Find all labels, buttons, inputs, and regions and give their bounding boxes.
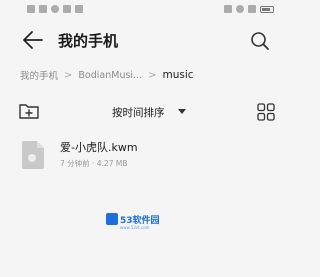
breadcrumb: 我的手机 > BodianMusi... > music bbox=[20, 64, 194, 86]
notification-icon bbox=[75, 5, 83, 13]
watermark-logo-icon bbox=[106, 213, 118, 225]
breadcrumb-item-music[interactable]: music bbox=[163, 69, 194, 81]
caret-down-icon[interactable] bbox=[178, 109, 186, 114]
notification-icon bbox=[27, 5, 35, 13]
sort-button[interactable]: 按时间排序 bbox=[112, 105, 165, 120]
file-icon bbox=[22, 141, 44, 169]
status-notification-icons bbox=[27, 5, 83, 13]
watermark-url: www.53xt.com bbox=[120, 225, 150, 230]
notification-icon bbox=[51, 5, 59, 13]
search-icon[interactable] bbox=[250, 31, 270, 51]
file-meta: 7 分钟前 · 4.27 MB bbox=[60, 159, 128, 168]
toolbar: 按时间排序 bbox=[0, 96, 282, 126]
chevron-right-icon: > bbox=[64, 69, 73, 81]
wifi-icon bbox=[236, 5, 244, 13]
new-folder-icon[interactable] bbox=[18, 102, 40, 120]
arrow-left-icon[interactable] bbox=[22, 30, 44, 50]
signal-icon bbox=[248, 5, 256, 13]
title-bar: 我的手机 bbox=[0, 22, 282, 60]
breadcrumb-item-my-phone[interactable]: 我的手机 bbox=[20, 68, 58, 82]
bluetooth-icon bbox=[224, 5, 232, 13]
chevron-right-icon: > bbox=[148, 69, 157, 81]
status-bar bbox=[0, 0, 282, 20]
notification-icon bbox=[39, 5, 47, 13]
status-system-icons bbox=[224, 5, 274, 13]
page-title: 我的手机 bbox=[58, 32, 119, 50]
breadcrumb-item-bodianmusic[interactable]: BodianMusi... bbox=[78, 70, 142, 81]
watermark: 53软件园 www.53xt.com bbox=[106, 213, 162, 231]
grid-view-icon[interactable] bbox=[257, 103, 275, 121]
list-item[interactable]: 爱-小虎队.kwm 7 分钟前 · 4.27 MB bbox=[0, 133, 282, 177]
notification-icon bbox=[63, 5, 71, 13]
file-name: 爱-小虎队.kwm bbox=[60, 141, 138, 154]
battery-icon bbox=[260, 5, 274, 13]
